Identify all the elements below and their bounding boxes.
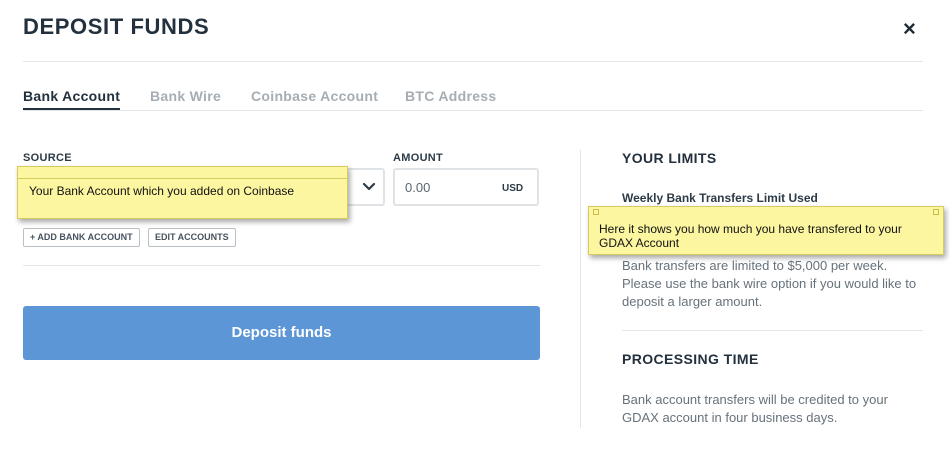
header-divider — [23, 61, 923, 62]
limit-annotation-note: Here it shows you how much you have tran… — [588, 206, 944, 255]
tab-bank-account[interactable]: Bank Account — [23, 88, 120, 104]
amount-label: AMOUNT — [393, 152, 444, 164]
chevron-down-icon[interactable] — [360, 178, 378, 196]
active-tab-indicator — [23, 108, 120, 110]
note-title-bar — [589, 207, 943, 214]
limit-note-text: Here it shows you how much you have tran… — [599, 222, 902, 250]
source-annotation-note: Your Bank Account which you added on Coi… — [17, 166, 348, 219]
source-note-text: Your Bank Account which you added on Coi… — [29, 184, 295, 198]
amount-currency: USD — [502, 183, 524, 194]
processing-time-heading: PROCESSING TIME — [622, 351, 759, 367]
processing-description: Bank account transfers will be credited … — [622, 392, 888, 425]
tab-bank-wire[interactable]: Bank Wire — [150, 88, 221, 104]
page-title: DEPOSIT FUNDS — [23, 14, 210, 39]
tabs-divider — [23, 110, 923, 111]
form-divider — [23, 265, 540, 266]
edit-accounts-button[interactable]: EDIT ACCOUNTS — [148, 228, 236, 247]
add-bank-account-button[interactable]: + ADD BANK ACCOUNT — [23, 228, 140, 247]
note-resize-icon[interactable] — [933, 209, 939, 215]
weekly-limit-label: Weekly Bank Transfers Limit Used — [622, 191, 818, 205]
amount-value: 0.00 — [405, 180, 431, 195]
your-limits-heading: YOUR LIMITS — [622, 150, 717, 166]
tab-btc-address[interactable]: BTC Address — [405, 88, 496, 104]
column-divider — [580, 150, 581, 428]
deposit-funds-button[interactable]: Deposit funds — [23, 306, 540, 360]
tab-coinbase-account[interactable]: Coinbase Account — [251, 88, 378, 104]
note-close-icon[interactable] — [593, 209, 599, 215]
limits-description: Bank transfers are limited to $5,000 per… — [622, 258, 917, 309]
close-icon[interactable]: × — [903, 17, 916, 41]
source-label: SOURCE — [23, 152, 72, 164]
limits-divider — [622, 330, 923, 331]
note-title-bar — [18, 167, 347, 179]
